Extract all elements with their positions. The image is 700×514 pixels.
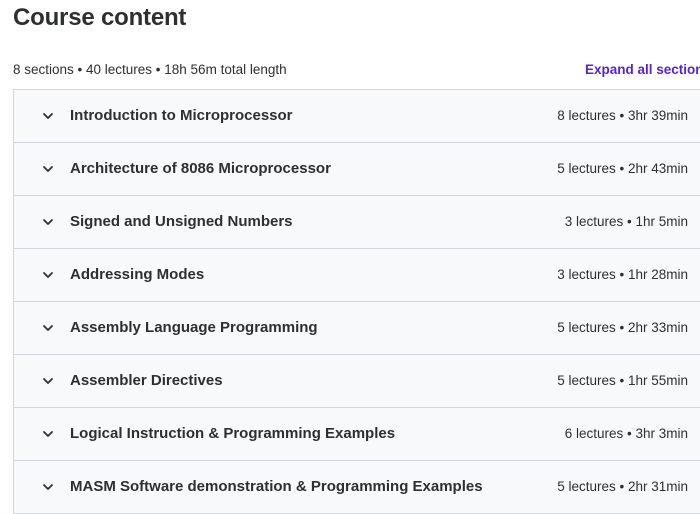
sections-list: Introduction to Microprocessor 8 lecture… [13, 89, 700, 514]
page-title: Course content [13, 4, 187, 31]
section-row[interactable]: Signed and Unsigned Numbers 3 lectures •… [14, 196, 700, 249]
section-row[interactable]: MASM Software demonstration & Programmin… [14, 461, 700, 514]
section-title: Addressing Modes [70, 266, 205, 283]
chevron-down-icon [41, 268, 55, 282]
section-row[interactable]: Assembly Language Programming 5 lectures… [14, 302, 700, 355]
chevron-down-icon [41, 480, 55, 494]
expand-all-sections-button[interactable]: Expand all sections [585, 62, 700, 77]
section-meta: 6 lectures • 3hr 3min [564, 426, 688, 441]
section-meta: 5 lectures • 1hr 55min [557, 373, 688, 388]
section-meta: 8 lectures • 3hr 39min [557, 108, 688, 123]
section-row[interactable]: Architecture of 8086 Microprocessor 5 le… [14, 143, 700, 196]
section-title: Logical Instruction & Programming Exampl… [70, 425, 396, 442]
section-title: Introduction to Microprocessor [70, 107, 293, 124]
section-meta: 5 lectures • 2hr 43min [557, 161, 688, 176]
section-title: Assembly Language Programming [70, 319, 318, 336]
section-meta: 5 lectures • 2hr 33min [557, 320, 688, 335]
chevron-down-icon [41, 427, 55, 441]
section-row[interactable]: Assembler Directives 5 lectures • 1hr 55… [14, 355, 700, 408]
section-row[interactable]: Introduction to Microprocessor 8 lecture… [14, 90, 700, 143]
section-row[interactable]: Addressing Modes 3 lectures • 1hr 28min [14, 249, 700, 302]
course-summary-bar: 8 sections • 40 lectures • 18h 56m total… [13, 60, 700, 80]
section-row[interactable]: Logical Instruction & Programming Exampl… [14, 408, 700, 461]
section-title: MASM Software demonstration & Programmin… [70, 478, 483, 495]
chevron-down-icon [41, 321, 55, 335]
section-meta: 5 lectures • 2hr 31min [557, 479, 688, 494]
section-title: Signed and Unsigned Numbers [70, 213, 293, 230]
section-meta: 3 lectures • 1hr 28min [557, 267, 688, 282]
course-summary: 8 sections • 40 lectures • 18h 56m total… [13, 62, 287, 77]
section-title: Assembler Directives [70, 372, 223, 389]
section-meta: 3 lectures • 1hr 5min [564, 214, 688, 229]
chevron-down-icon [41, 215, 55, 229]
chevron-down-icon [41, 162, 55, 176]
section-title: Architecture of 8086 Microprocessor [70, 160, 331, 177]
chevron-down-icon [41, 374, 55, 388]
chevron-down-icon [41, 109, 55, 123]
